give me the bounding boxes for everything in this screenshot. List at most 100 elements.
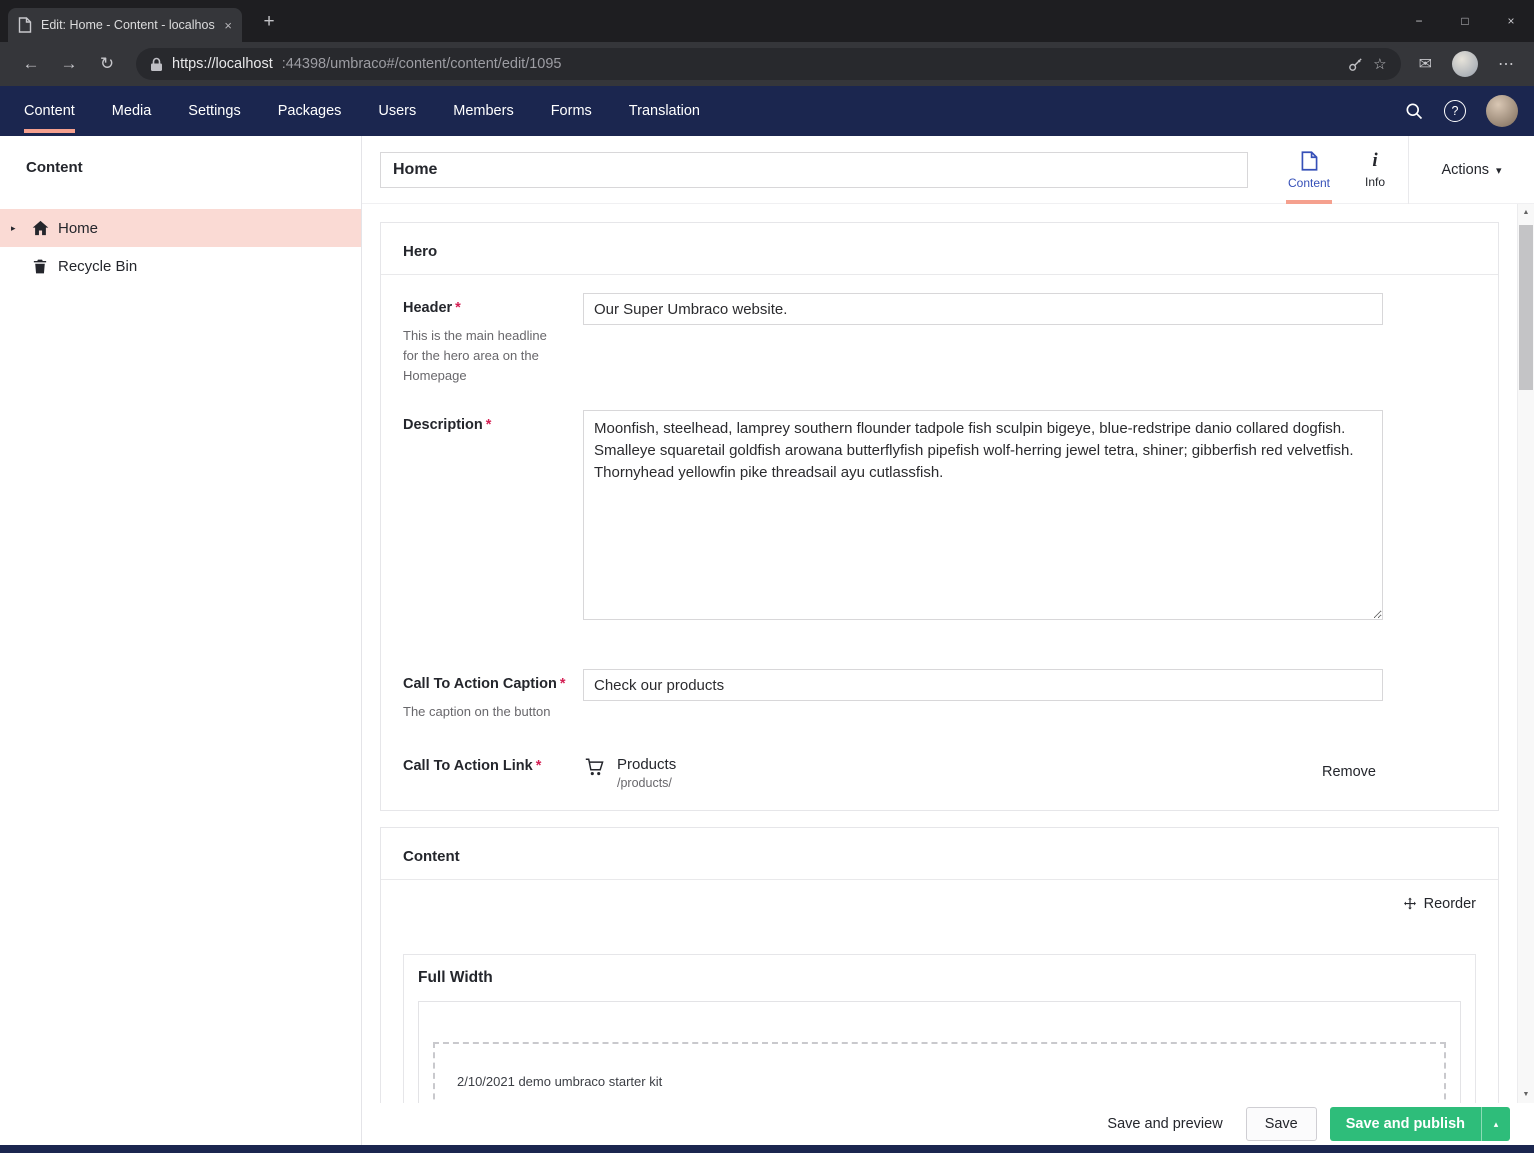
content-tree-sidebar: Content ▸ Home Recycle Bin (0, 136, 362, 1145)
editor-footer: Save and preview Save Save and publish ▴ (362, 1103, 1534, 1145)
description-textarea[interactable]: Moonfish, steelhead, lamprey southern fl… (583, 410, 1383, 620)
search-icon[interactable] (1404, 101, 1424, 121)
nav-item-translation[interactable]: Translation (629, 86, 700, 136)
browser-tab-strip: Edit: Home - Content - localhost × + − □… (0, 0, 1534, 42)
browser-menu-icon[interactable]: ⋯ (1498, 54, 1514, 74)
required-marker: * (455, 300, 461, 316)
block-editor-area: 2/10/2021 demo umbraco starter kit (418, 1001, 1461, 1103)
nav-item-users[interactable]: Users (378, 86, 416, 136)
tree-item-label: Home (58, 220, 98, 237)
content-app-tabs: Content i Info (1276, 136, 1408, 204)
block-drop-area[interactable]: 2/10/2021 demo umbraco starter kit (433, 1042, 1446, 1103)
block-title: Full Width (418, 969, 1461, 987)
new-tab-button[interactable]: + (254, 9, 284, 35)
page-favicon-icon (18, 17, 32, 33)
app-tab-content[interactable]: Content (1276, 136, 1342, 204)
nav-label: Settings (188, 103, 240, 119)
field-row-cta-link: Call To Action Link* Products /products/… (403, 751, 1476, 790)
nav-label: Users (378, 103, 416, 119)
field-label: Header (403, 300, 452, 316)
remove-link-button[interactable]: Remove (1322, 756, 1376, 780)
editor-header: Content i Info Actions ▾ (362, 136, 1534, 204)
nav-item-forms[interactable]: Forms (551, 86, 592, 136)
picked-link: Products /products/ (617, 756, 676, 790)
save-and-publish-button[interactable]: Save and publish ▴ (1330, 1107, 1510, 1141)
divider (381, 274, 1498, 275)
field-row-header: Header* This is the main headline for th… (403, 293, 1476, 386)
document-icon (1301, 151, 1318, 171)
save-and-preview-button[interactable]: Save and preview (1107, 1116, 1222, 1132)
app-tab-info[interactable]: i Info (1342, 136, 1408, 204)
save-button[interactable]: Save (1246, 1107, 1317, 1141)
content-scrollbar[interactable]: ▲ ▼ (1517, 204, 1534, 1103)
scroll-down-arrow[interactable]: ▼ (1518, 1086, 1534, 1103)
help-icon[interactable]: ? (1444, 100, 1466, 122)
cta-caption-input[interactable] (583, 669, 1383, 701)
page-title-input[interactable] (380, 152, 1248, 188)
nav-item-settings[interactable]: Settings (188, 86, 240, 136)
editor-main: Content i Info Actions ▾ Hero Header* Th… (362, 136, 1534, 1145)
user-avatar[interactable] (1486, 95, 1518, 127)
nav-label: Media (112, 103, 152, 119)
group-title: Content (403, 848, 1476, 865)
bottom-bar (0, 1145, 1534, 1153)
url-path: :44398/umbraco#/content/content/edit/109… (282, 56, 562, 72)
nav-item-members[interactable]: Members (453, 86, 513, 136)
scroll-up-arrow[interactable]: ▲ (1518, 204, 1534, 221)
block-item-label: 2/10/2021 demo umbraco starter kit (457, 1074, 662, 1089)
info-icon: i (1372, 152, 1377, 170)
nav-label: Translation (629, 103, 700, 119)
publish-options-caret[interactable]: ▴ (1481, 1107, 1510, 1141)
link-title[interactable]: Products (617, 756, 676, 773)
required-marker: * (560, 676, 566, 692)
question-mark: ? (1452, 104, 1459, 118)
forward-button[interactable]: → (50, 47, 88, 81)
required-marker: * (536, 758, 542, 774)
favorites-star-icon[interactable]: ☆ (1373, 55, 1386, 73)
tree-item-home[interactable]: ▸ Home (0, 209, 361, 247)
sidebar-title: Content (26, 159, 361, 176)
field-label: Call To Action Caption (403, 676, 557, 692)
browser-profile-avatar[interactable] (1452, 51, 1478, 77)
home-icon (31, 220, 49, 236)
nav-label: Packages (278, 103, 342, 119)
group-title: Hero (403, 243, 1476, 260)
reload-button[interactable]: ↻ (88, 47, 126, 81)
header-input[interactable] (583, 293, 1383, 325)
section-list: Content Media Settings Packages Users Me… (24, 86, 737, 136)
browser-tab[interactable]: Edit: Home - Content - localhost × (8, 8, 242, 42)
nav-label: Content (24, 103, 75, 119)
nav-item-content[interactable]: Content (24, 86, 75, 136)
required-marker: * (486, 417, 492, 433)
expand-caret-icon[interactable]: ▸ (11, 223, 16, 234)
tab-close-icon[interactable]: × (224, 19, 232, 32)
nav-item-packages[interactable]: Packages (278, 86, 342, 136)
active-section-underline (24, 129, 75, 133)
back-button[interactable]: ← (12, 47, 50, 81)
reorder-label: Reorder (1424, 896, 1476, 912)
url-host: https://localhost (172, 56, 273, 72)
block-full-width[interactable]: Full Width 2/10/2021 demo umbraco starte… (403, 954, 1476, 1103)
password-key-icon[interactable] (1347, 56, 1364, 73)
actions-dropdown[interactable]: Actions ▾ (1408, 136, 1534, 204)
tree-item-recycle-bin[interactable]: Recycle Bin (0, 247, 361, 285)
window-close-button[interactable]: × (1488, 0, 1534, 42)
scrollbar-thumb[interactable] (1519, 225, 1533, 390)
actions-label: Actions (1441, 162, 1489, 178)
divider (381, 879, 1498, 880)
address-bar[interactable]: https://localhost :44398/umbraco#/conten… (136, 48, 1401, 80)
lock-icon (150, 57, 163, 72)
window-minimize-button[interactable]: − (1396, 0, 1442, 42)
field-help: This is the main headline for the hero a… (403, 326, 561, 386)
app-tab-label: Content (1288, 176, 1330, 190)
save-and-publish-label: Save and publish (1330, 1107, 1481, 1141)
trash-icon (31, 259, 49, 274)
content-group: Content Reorder Full Width 2/10/2021 dem… (380, 827, 1499, 1103)
reorder-button[interactable]: Reorder (403, 896, 1476, 912)
tab-title: Edit: Home - Content - localhost (41, 18, 215, 32)
field-row-description: Description* Moonfish, steelhead, lampre… (403, 410, 1476, 625)
window-maximize-button[interactable]: □ (1442, 0, 1488, 42)
mail-icon[interactable]: ✉ (1419, 54, 1432, 74)
nav-item-media[interactable]: Media (112, 86, 152, 136)
link-path: /products/ (617, 776, 676, 790)
